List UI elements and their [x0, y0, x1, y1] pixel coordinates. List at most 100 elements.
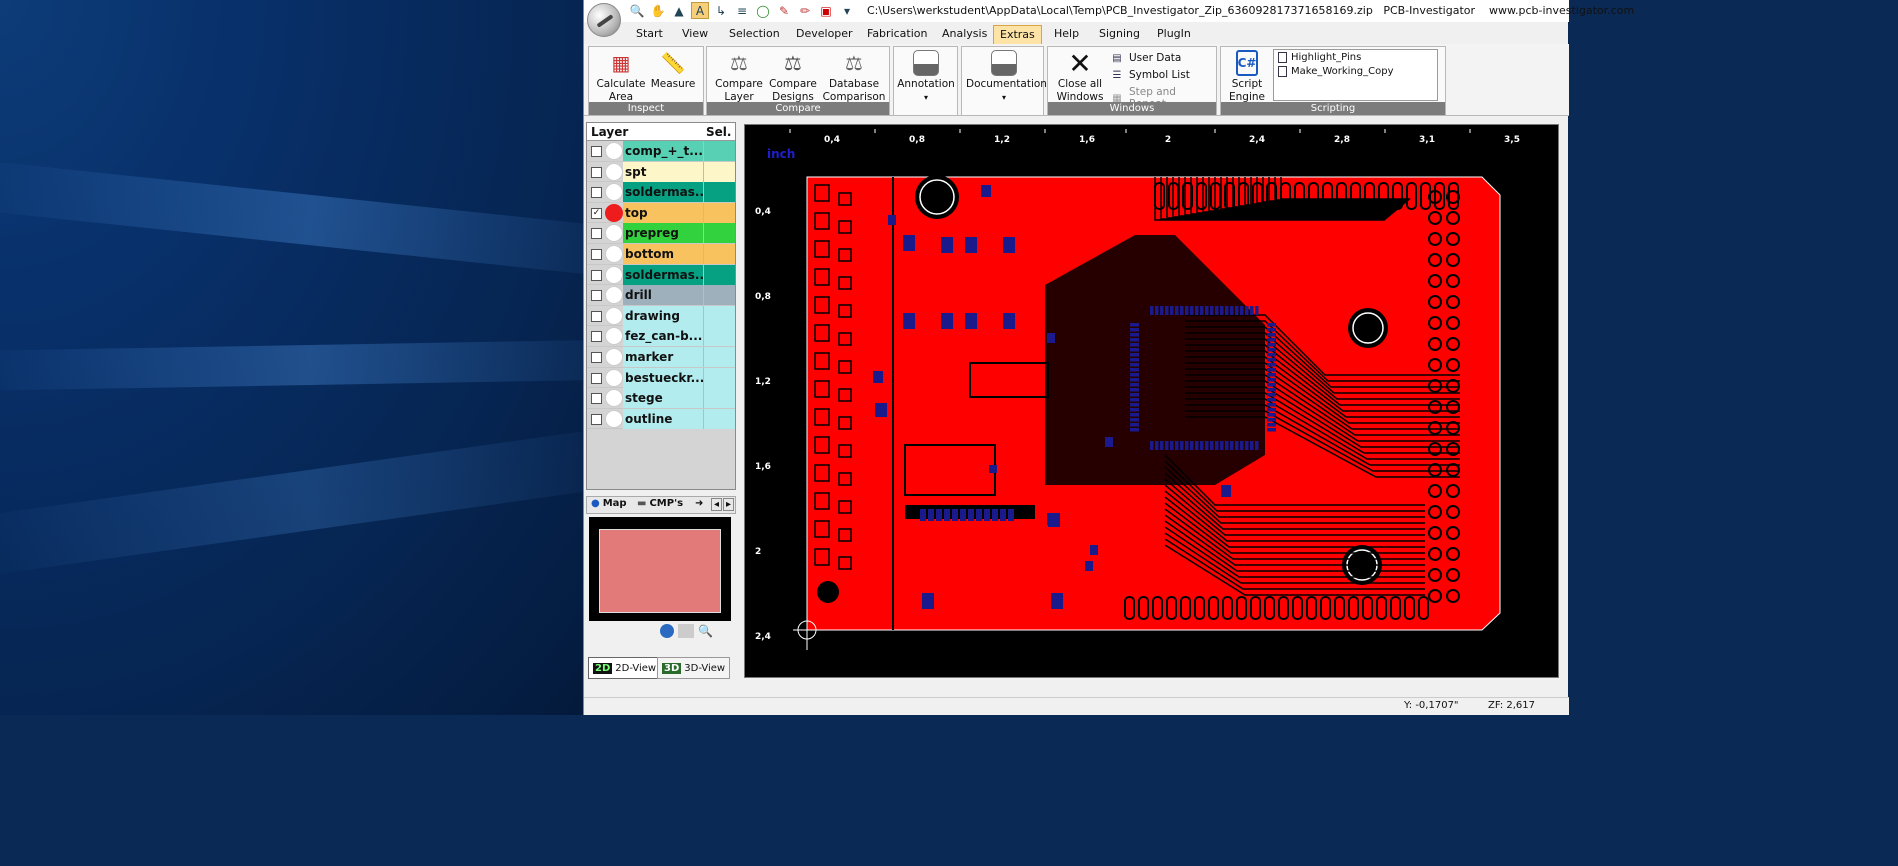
- layer-active-indicator[interactable]: [605, 389, 623, 408]
- pdf-icon[interactable]: ▣: [817, 2, 835, 19]
- compare-layer-button[interactable]: ⚖ Compare Layer: [709, 50, 769, 104]
- tab-selection[interactable]: Selection: [723, 25, 786, 44]
- tab-start[interactable]: Start: [630, 25, 669, 44]
- tab-map[interactable]: ● Map: [591, 498, 627, 509]
- zoom-icon[interactable]: 🔍: [698, 624, 713, 638]
- pen-icon[interactable]: ✏: [796, 2, 814, 19]
- layer-active-indicator[interactable]: [605, 142, 623, 160]
- scroll-left-icon[interactable]: ◂: [711, 498, 723, 511]
- tab-help[interactable]: Help: [1048, 25, 1085, 44]
- measure-line-icon[interactable]: ≡: [733, 2, 751, 19]
- layer-row[interactable]: drill: [587, 285, 735, 306]
- tab-analysis[interactable]: Analysis: [936, 25, 993, 44]
- select-tool-icon[interactable]: A: [691, 2, 709, 19]
- layer-active-indicator[interactable]: [605, 409, 623, 428]
- annotation-dropdown[interactable]: Annotation ▾: [896, 50, 956, 104]
- layer-visibility-checkbox[interactable]: [591, 269, 602, 281]
- tab-fabrication[interactable]: Fabrication: [861, 25, 933, 44]
- layer-active-indicator[interactable]: [605, 183, 623, 202]
- layer-active-indicator[interactable]: [605, 203, 623, 222]
- layer-row[interactable]: outline: [587, 408, 735, 430]
- layer-select-cell[interactable]: [703, 223, 735, 244]
- globe-icon[interactable]: [660, 624, 674, 638]
- board-overview-map[interactable]: [589, 517, 731, 621]
- pcb-drawing[interactable]: inch 0,4 0,8 1,2 1,6 2 2,4 2,8 3,1 3,5 0,4 0,8 1,2…: [745, 125, 1560, 679]
- layer-row[interactable]: stege: [587, 388, 735, 409]
- website-link[interactable]: www.pcb-investigator.com: [1489, 4, 1634, 17]
- layer-select-cell[interactable]: [703, 367, 735, 388]
- tab-more-icon[interactable]: ➜: [695, 498, 703, 509]
- script-engine-button[interactable]: C# Script Engine: [1223, 50, 1271, 104]
- layer-active-indicator[interactable]: [605, 224, 623, 243]
- measure-button[interactable]: 📏 Measure: [649, 50, 697, 91]
- layer-active-indicator[interactable]: [605, 162, 623, 181]
- scroll-right-icon[interactable]: ▸: [723, 498, 735, 511]
- layer-active-indicator[interactable]: [605, 244, 623, 263]
- symbol-list-button[interactable]: ☰ Symbol List: [1110, 69, 1190, 81]
- tab-view[interactable]: View: [676, 25, 714, 44]
- layer-visibility-checkbox[interactable]: [591, 166, 602, 178]
- script-item[interactable]: Make_Working_Copy: [1274, 64, 1437, 78]
- layer-select-cell[interactable]: [703, 285, 735, 306]
- qat-dropdown-icon[interactable]: ▾: [838, 2, 856, 19]
- layer-select-cell[interactable]: [703, 141, 735, 161]
- layer-active-indicator[interactable]: [605, 368, 623, 387]
- layer-row[interactable]: bottom: [587, 243, 735, 265]
- pcb-canvas[interactable]: inch 0,4 0,8 1,2 1,6 2 2,4 2,8 3,1 3,5 0,4 0,8 1,2…: [744, 124, 1559, 678]
- layer-active-indicator[interactable]: [605, 286, 623, 305]
- layer-row[interactable]: ✓ top: [587, 202, 735, 224]
- layer-visibility-checkbox[interactable]: [591, 146, 602, 157]
- layer-row[interactable]: bestueckr...: [587, 367, 735, 389]
- layer-row[interactable]: comp_+_t...: [587, 141, 735, 162]
- layer-select-cell[interactable]: [703, 243, 735, 264]
- documentation-dropdown[interactable]: Documentation ▾: [966, 50, 1047, 104]
- close-all-windows-button[interactable]: ✕ Close all Windows: [1052, 49, 1108, 104]
- brush-icon[interactable]: ✎: [775, 2, 793, 19]
- layer-select-cell[interactable]: [703, 388, 735, 409]
- zoom-icon[interactable]: 🔍: [628, 2, 646, 19]
- layer-visibility-checkbox[interactable]: [591, 393, 602, 405]
- layer-active-indicator[interactable]: [605, 306, 623, 325]
- layer-visibility-checkbox[interactable]: ✓: [591, 207, 602, 219]
- layer-select-cell[interactable]: [703, 264, 735, 285]
- layer-visibility-checkbox[interactable]: [591, 228, 602, 240]
- layer-row[interactable]: drawing: [587, 305, 735, 327]
- tab-cmps[interactable]: ▬ CMP's: [637, 498, 683, 509]
- annotation-button[interactable]: Annotation ▾: [893, 46, 958, 116]
- layer-visibility-checkbox[interactable]: [591, 187, 602, 199]
- tab-plugin[interactable]: PlugIn: [1151, 25, 1197, 44]
- gray-square-icon[interactable]: [678, 624, 694, 638]
- layer-row[interactable]: fez_can-b...: [587, 326, 735, 347]
- select-arrow-icon[interactable]: ▲: [670, 2, 688, 19]
- layer-select-cell[interactable]: [703, 161, 735, 182]
- layer-visibility-checkbox[interactable]: [591, 413, 602, 425]
- layer-select-cell[interactable]: [703, 326, 735, 347]
- calculate-area-button[interactable]: ▦ Calculate Area: [593, 50, 649, 104]
- documentation-button[interactable]: Documentation ▾: [961, 46, 1047, 116]
- 3d-view-button[interactable]: 3D 3D-View: [657, 657, 731, 679]
- compare-designs-button[interactable]: ⚖ Compare Designs: [767, 50, 819, 104]
- layer-row[interactable]: soldermas...: [587, 264, 735, 286]
- layer-visibility-checkbox[interactable]: [591, 290, 602, 302]
- layer-visibility-checkbox[interactable]: [591, 310, 602, 322]
- layer-visibility-checkbox[interactable]: [591, 248, 602, 260]
- 2d-view-button[interactable]: 2D 2D-View: [588, 657, 662, 679]
- layer-visibility-checkbox[interactable]: [591, 351, 602, 363]
- layer-visibility-checkbox[interactable]: [591, 331, 602, 343]
- layer-active-indicator[interactable]: [605, 327, 623, 346]
- user-data-button[interactable]: ▤ User Data: [1110, 52, 1181, 64]
- tab-signing[interactable]: Signing: [1093, 25, 1146, 44]
- layer-select-cell[interactable]: [703, 305, 735, 326]
- script-item[interactable]: Highlight_Pins: [1274, 50, 1437, 64]
- layer-select-cell[interactable]: [703, 346, 735, 367]
- circle-icon[interactable]: ◯: [754, 2, 772, 19]
- layer-active-indicator[interactable]: [605, 265, 623, 284]
- layer-row[interactable]: prepreg: [587, 223, 735, 244]
- layer-visibility-checkbox[interactable]: [591, 372, 602, 384]
- layer-row[interactable]: soldermas...: [587, 182, 735, 203]
- tab-developer[interactable]: Developer: [790, 25, 859, 44]
- database-comparison-button[interactable]: ⚖ Database Comparison: [819, 50, 889, 104]
- layer-row[interactable]: spt: [587, 161, 735, 183]
- layer-select-cell[interactable]: [703, 182, 735, 203]
- script-list[interactable]: Highlight_Pins Make_Working_Copy: [1273, 49, 1438, 101]
